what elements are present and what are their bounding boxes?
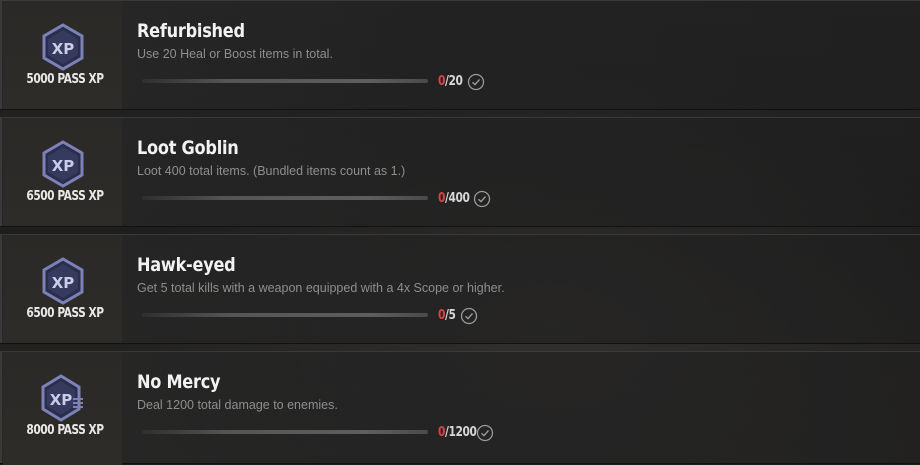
progress-total: /1200 — [445, 425, 477, 440]
mission-card-hawk-eyed[interactable]: XP 6500 PASS XP Hawk-eyed Get 5 total ki… — [0, 234, 920, 344]
progress-count: 0/400 — [438, 191, 470, 206]
mission-title: Hawk-eyed — [137, 254, 236, 276]
mission-description: Get 5 total kills with a weapon equipped… — [137, 281, 505, 295]
progress-count: 0/20 — [438, 74, 463, 89]
mission-description: Deal 1200 total damage to enemies. — [137, 398, 338, 412]
progress-total: /20 — [445, 74, 463, 89]
xp-badge-icon: XP — [41, 140, 85, 188]
progress-current: 0 — [438, 74, 446, 89]
xp-badge-icon: XP — [41, 23, 85, 71]
mission-title: No Mercy — [137, 371, 221, 393]
xp-badge-icon: XP — [41, 257, 85, 305]
reward-panel: XP 6500 PASS XP — [3, 118, 122, 226]
progress-count: 0/1200 — [438, 425, 477, 440]
mission-description: Use 20 Heal or Boost items in total. — [137, 47, 333, 61]
progress-total: /5 — [445, 308, 456, 323]
check-circle-icon — [467, 73, 485, 91]
mission-title: Refurbished — [137, 20, 245, 42]
check-circle-icon — [460, 307, 478, 325]
reward-label: 6500 PASS XP — [26, 189, 104, 204]
mission-card-refurbished[interactable]: XP 5000 PASS XP Refurbished Use 20 Heal … — [0, 0, 920, 110]
xp-badge-boosted-icon: XP — [41, 374, 85, 422]
reward-panel: XP 5000 PASS XP — [3, 1, 122, 109]
reward-panel: XP 6500 PASS XP — [3, 235, 122, 343]
progress-total: /400 — [445, 191, 470, 206]
reward-label: 6500 PASS XP — [26, 306, 104, 321]
mission-title: Loot Goblin — [137, 137, 239, 159]
mission-description: Loot 400 total items. (Bundled items cou… — [137, 164, 406, 178]
mission-card-loot-goblin[interactable]: XP 6500 PASS XP Loot Goblin Loot 400 tot… — [0, 117, 920, 227]
progress-current: 0 — [438, 308, 446, 323]
progress-bar — [142, 196, 428, 200]
svg-text:XP: XP — [52, 157, 75, 175]
svg-text:XP: XP — [52, 274, 75, 292]
reward-label: 5000 PASS XP — [26, 72, 104, 87]
svg-text:XP: XP — [52, 40, 75, 58]
reward-panel: XP 8000 PASS XP — [3, 352, 122, 465]
progress-bar — [142, 313, 428, 317]
check-circle-icon — [473, 190, 491, 208]
progress-current: 0 — [438, 425, 446, 440]
svg-text:XP: XP — [50, 391, 73, 409]
progress-count: 0/5 — [438, 308, 456, 323]
mission-card-no-mercy[interactable]: XP 8000 PASS XP No Mercy Deal 1200 total… — [0, 351, 920, 465]
progress-bar — [142, 430, 428, 434]
check-circle-icon — [476, 424, 494, 442]
progress-current: 0 — [438, 191, 446, 206]
progress-bar — [142, 79, 428, 83]
reward-label: 8000 PASS XP — [26, 423, 104, 438]
